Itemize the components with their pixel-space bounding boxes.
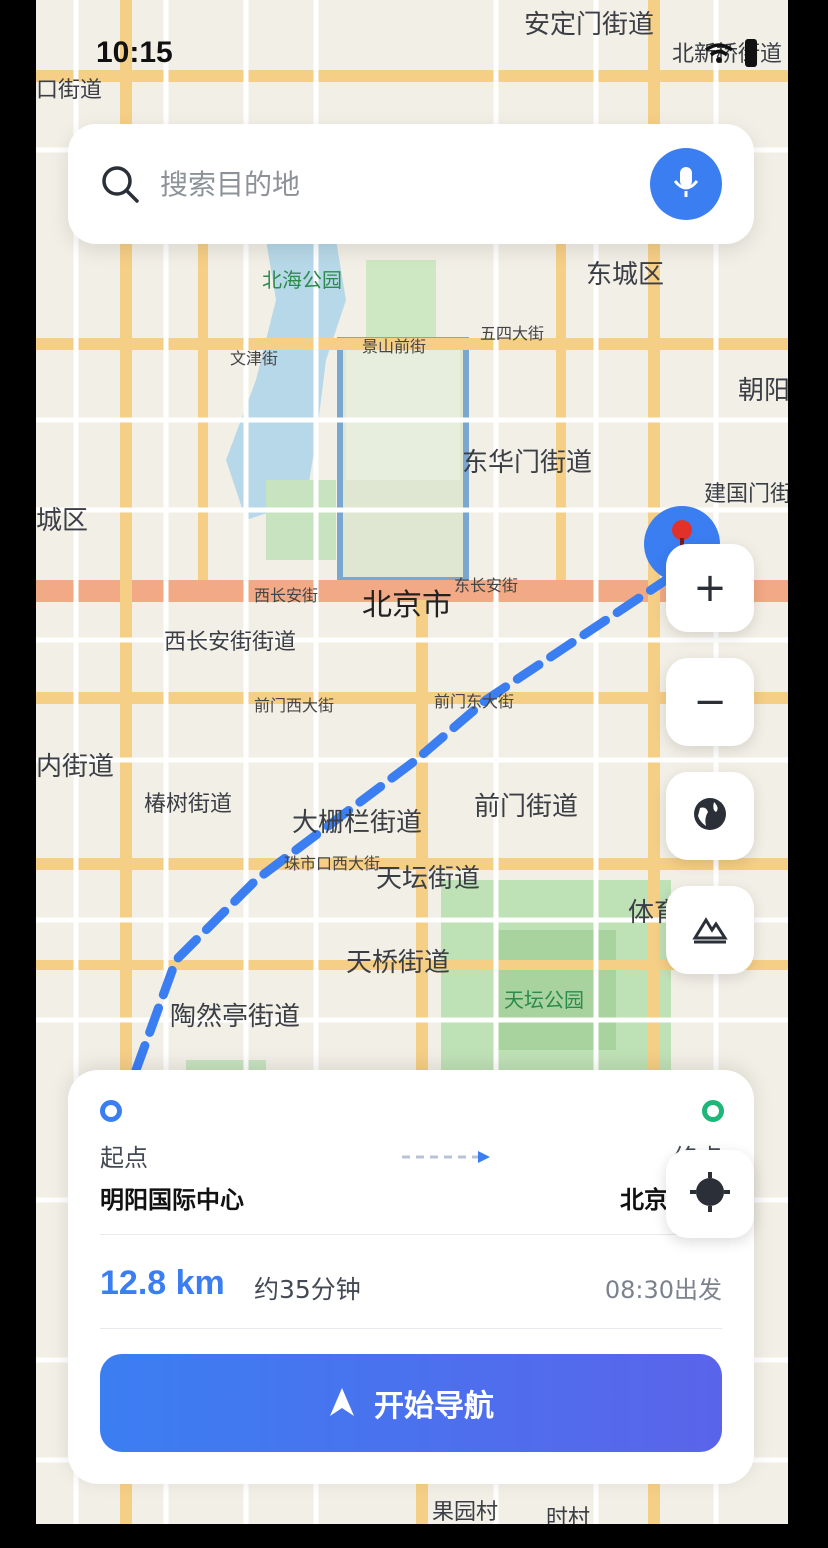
map-label: 时村 xyxy=(546,1506,591,1524)
jingshan-park xyxy=(366,260,436,340)
map-label: 前门街道 xyxy=(474,792,579,822)
map-label: 北京市 xyxy=(362,588,452,623)
minus-icon: − xyxy=(693,679,727,725)
map-label: 景山前街 xyxy=(362,337,427,356)
map-label: 口街道 xyxy=(36,78,103,103)
map-label: 东华门街道 xyxy=(462,448,593,478)
start-label: 起点 xyxy=(100,1144,148,1172)
map-label: 东长安街 xyxy=(454,576,519,595)
terrain-button[interactable] xyxy=(666,886,754,974)
globe-icon xyxy=(692,796,728,836)
plus-icon: + xyxy=(693,565,727,611)
voice-search-button[interactable] xyxy=(650,148,722,220)
map-label: 椿树街道 xyxy=(144,792,233,817)
map-label: 内街道 xyxy=(36,752,115,782)
status-time: 10:15 xyxy=(96,36,173,69)
search-input[interactable] xyxy=(160,160,620,208)
start-point-icon xyxy=(100,1100,122,1122)
zoom-in-button[interactable]: + xyxy=(666,544,754,632)
map-label: 北海公园 xyxy=(262,268,342,292)
divider xyxy=(100,1328,722,1329)
map-label: 前门西大街 xyxy=(254,696,335,715)
my-location-button[interactable] xyxy=(666,1150,754,1238)
route-card: 起点 终点 明阳国际中心 北京 12.8 km 约35分钟 08:30出发 开始… xyxy=(68,1070,754,1484)
start-navigation-label: 开始导航 xyxy=(374,1390,494,1423)
phone-frame: 安定门街道 北新桥街道 口街道 东城区 北海公园 五四大街 景山前街 文津街 朝… xyxy=(0,0,828,1548)
map-label: 西长安街 xyxy=(254,586,319,605)
map-label: 城区 xyxy=(36,506,89,536)
route-distance: 12.8 km xyxy=(100,1264,225,1302)
locate-icon xyxy=(688,1170,732,1218)
route-arrow-icon xyxy=(402,1151,490,1163)
start-navigation-button[interactable]: 开始导航 xyxy=(100,1354,722,1452)
divider xyxy=(100,1234,722,1235)
map-label: 安定门街道 xyxy=(524,10,655,40)
map-label: 天坛街道 xyxy=(376,864,481,894)
map-label: 东城区 xyxy=(586,260,665,290)
microphone-icon xyxy=(672,165,700,203)
zoom-out-button[interactable]: − xyxy=(666,658,754,746)
map-label: 陶然亭街道 xyxy=(170,1002,301,1032)
screen: 安定门街道 北新桥街道 口街道 东城区 北海公园 五四大街 景山前街 文津街 朝… xyxy=(36,0,788,1524)
map-label: 珠市口西大街 xyxy=(284,854,381,873)
battery-icon xyxy=(744,38,758,72)
status-icons xyxy=(704,38,758,72)
search-icon xyxy=(100,164,140,204)
map-label: 大栅栏街道 xyxy=(292,808,423,838)
wifi-icon xyxy=(704,42,734,68)
search-bar[interactable] xyxy=(68,124,754,244)
mountain-icon xyxy=(692,912,728,948)
map-label: 果园村 xyxy=(432,1500,499,1524)
map-layer-button[interactable] xyxy=(666,772,754,860)
end-point-icon xyxy=(702,1100,724,1122)
map-label: 前门东大街 xyxy=(434,692,515,711)
navigation-arrow-icon xyxy=(328,1386,356,1421)
map-label: 建国门街 xyxy=(704,482,788,507)
map-label: 天桥街道 xyxy=(346,948,451,978)
map-label: 五四大街 xyxy=(480,324,545,343)
route-duration: 约35分钟 xyxy=(254,1275,361,1304)
departure-time: 08:30出发 xyxy=(604,1276,722,1304)
map-label: 朝阳 xyxy=(738,376,788,406)
start-name[interactable]: 明阳国际中心 xyxy=(100,1180,244,1215)
map-label: 天坛公园 xyxy=(504,988,584,1012)
map-label: 西长安街街道 xyxy=(164,630,297,655)
end-name[interactable]: 北京 xyxy=(620,1180,668,1215)
map-label: 文津街 xyxy=(230,349,279,368)
